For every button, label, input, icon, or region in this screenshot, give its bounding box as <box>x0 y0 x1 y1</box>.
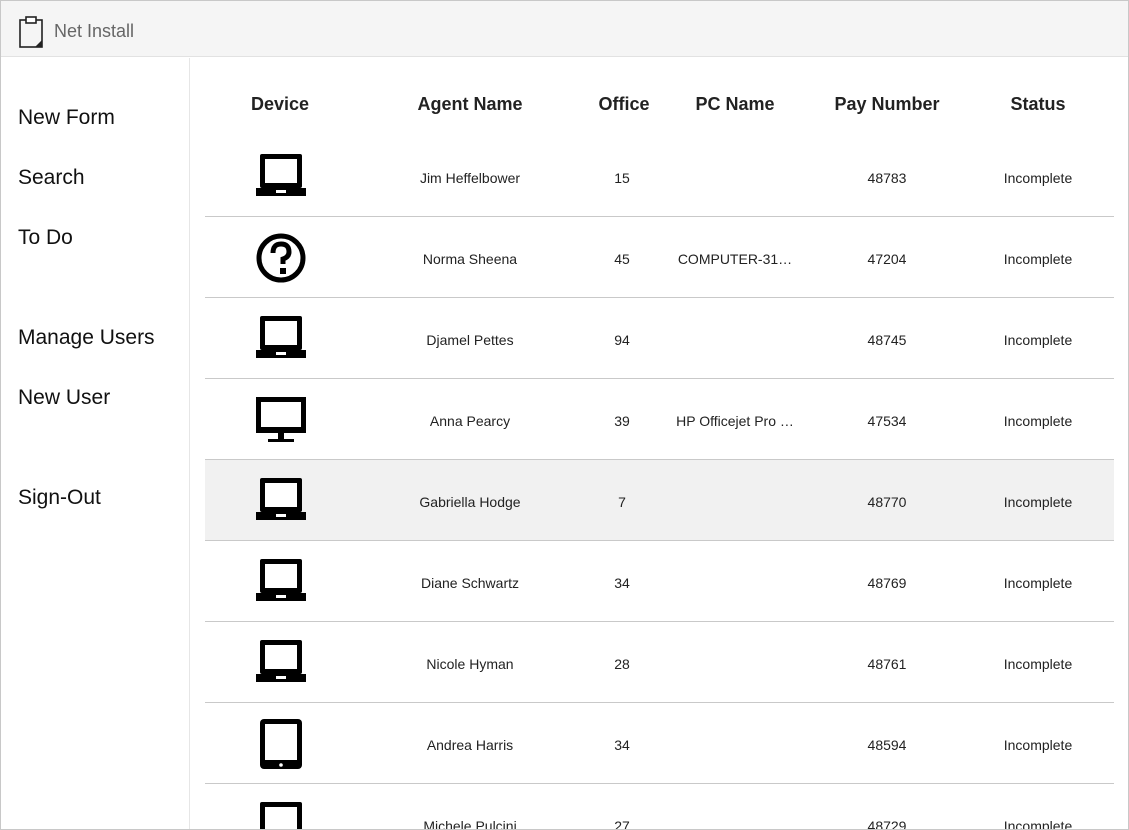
laptop-icon <box>255 476 307 526</box>
column-header-pc-name[interactable]: PC Name <box>675 94 795 115</box>
cell-agent-name: Jim Heffelbower <box>419 170 521 186</box>
cell-pay-number: 47534 <box>867 413 907 429</box>
cell-office: 39 <box>614 413 630 429</box>
cell-status: Incomplete <box>1003 413 1073 429</box>
column-header-status[interactable]: Status <box>978 94 1098 115</box>
cell-office: 15 <box>614 170 630 186</box>
cell-office: 34 <box>614 575 630 591</box>
cell-status: Incomplete <box>1003 494 1073 510</box>
clipboard-icon <box>19 16 43 48</box>
monitor-icon <box>255 395 307 445</box>
cell-agent-name: Gabriella Hodge <box>419 494 521 510</box>
cell-agent-name: Norma Sheena <box>422 251 518 267</box>
top-bar: Net Install <box>1 1 1128 57</box>
table-row[interactable]: Gabriella Hodge 7 48770 Incomplete <box>205 460 1114 541</box>
laptop-icon <box>255 638 307 688</box>
app-title: Net Install <box>54 21 135 41</box>
nav-to-do[interactable]: To Do <box>18 226 73 250</box>
column-header-agent-name[interactable]: Agent Name <box>395 94 545 115</box>
cell-agent-name: Andrea Harris <box>426 737 514 753</box>
cell-agent-name: Diane Schwartz <box>420 575 520 591</box>
column-header-device[interactable]: Device <box>230 94 330 115</box>
table-row[interactable]: Djamel Pettes 94 48745 Incomplete <box>205 298 1114 379</box>
cell-status: Incomplete <box>1003 656 1073 672</box>
table-row[interactable]: Jim Heffelbower 15 48783 Incomplete <box>205 136 1114 217</box>
laptop-icon <box>255 800 307 829</box>
cell-pay-number: 48770 <box>867 494 907 510</box>
nav-new-form[interactable]: New Form <box>18 106 115 130</box>
table-row[interactable]: Nicole Hyman 28 48761 Incomplete <box>205 622 1114 703</box>
cell-pc-name: HP Officejet Pro … <box>676 413 794 429</box>
laptop-icon <box>255 152 307 202</box>
cell-agent-name: Anna Pearcy <box>429 413 511 429</box>
cell-status: Incomplete <box>1003 170 1073 186</box>
cell-office: 28 <box>614 656 630 672</box>
nav-search[interactable]: Search <box>18 166 85 190</box>
cell-office: 45 <box>614 251 630 267</box>
nav-sign-out[interactable]: Sign-Out <box>18 486 101 510</box>
column-header-pay-number[interactable]: Pay Number <box>817 94 957 115</box>
cell-status: Incomplete <box>1003 575 1073 591</box>
cell-agent-name: Nicole Hyman <box>426 656 514 672</box>
app-window: Net Install New Form Search To Do Manage… <box>0 0 1129 830</box>
nav-new-user[interactable]: New User <box>18 386 110 410</box>
laptop-icon <box>255 314 307 364</box>
table-row[interactable]: Diane Schwartz 34 48769 Incomplete <box>205 541 1114 622</box>
cell-pay-number: 48594 <box>867 737 907 753</box>
column-header-office[interactable]: Office <box>574 94 674 115</box>
question-icon <box>255 233 307 283</box>
install-table: Device Agent Name Office PC Name Pay Num… <box>205 58 1114 829</box>
table-row[interactable]: Michele Pulcini 27 48729 Incomplete <box>205 784 1114 829</box>
sidebar: New Form Search To Do Manage Users New U… <box>1 58 190 829</box>
cell-pay-number: 48745 <box>867 332 907 348</box>
cell-office: 34 <box>614 737 630 753</box>
cell-pay-number: 47204 <box>867 251 907 267</box>
cell-office: 94 <box>614 332 630 348</box>
cell-pay-number: 48783 <box>867 170 907 186</box>
cell-status: Incomplete <box>1003 251 1073 267</box>
tablet-icon <box>255 719 307 769</box>
table-row[interactable]: Andrea Harris 34 48594 Incomplete <box>205 703 1114 784</box>
cell-office: 7 <box>618 494 626 510</box>
cell-status: Incomplete <box>1003 332 1073 348</box>
laptop-icon <box>255 557 307 607</box>
table-row[interactable]: Anna Pearcy 39 HP Officejet Pro … 47534 … <box>205 379 1114 460</box>
cell-status: Incomplete <box>1003 737 1073 753</box>
cell-agent-name: Djamel Pettes <box>426 332 514 348</box>
table-row[interactable]: Norma Sheena 45 COMPUTER-31… 47204 Incom… <box>205 217 1114 298</box>
cell-pay-number: 48769 <box>867 575 907 591</box>
cell-pc-name: COMPUTER-31… <box>677 251 793 267</box>
nav-manage-users[interactable]: Manage Users <box>18 326 155 350</box>
cell-pay-number: 48761 <box>867 656 907 672</box>
